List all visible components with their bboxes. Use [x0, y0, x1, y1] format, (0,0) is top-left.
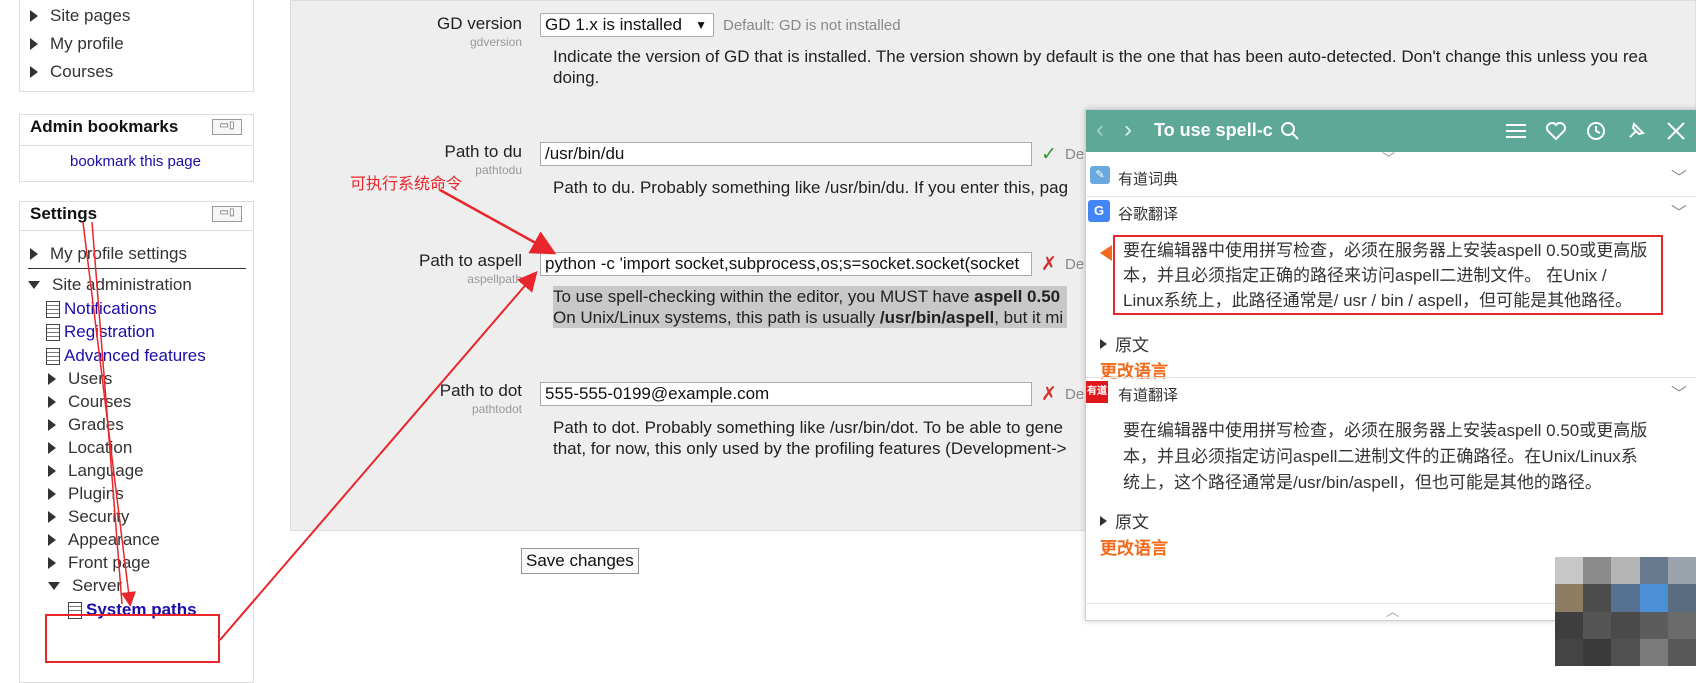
original-toggle[interactable]: 原文 [1100, 331, 1149, 356]
youdao-translate-section: 有道 有道翻译 ﹀ 要在编辑器中使用拼写检查，必须在服务器上安装aspell 0… [1086, 377, 1696, 578]
annotation-arrow-to-aspell [439, 188, 557, 255]
annotation-box-system-paths [45, 614, 220, 663]
translation-popup: ‹ › To use spell-c ﹀ ✎ 有道词典 ﹀ G 谷歌翻译 ﹀ 要… [1085, 109, 1696, 621]
forward-icon[interactable]: › [1124, 116, 1132, 144]
youdao-dict-title: 有道词典 [1118, 171, 1179, 188]
pin-icon[interactable] [1626, 121, 1646, 141]
google-translate-section: G 谷歌翻译 ﹀ 要在编辑器中使用拼写检查，必须在服务器上安装aspell 0.… [1086, 197, 1696, 381]
blurred-mosaic [1555, 557, 1696, 666]
back-icon[interactable]: ‹ [1096, 116, 1104, 144]
youdao-dict-icon: ✎ [1090, 166, 1110, 184]
google-translate-icon: G [1088, 200, 1110, 222]
change-language-link[interactable]: 更改语言 [1100, 534, 1168, 559]
expand-arrow-icon [1100, 338, 1107, 349]
menu-icon[interactable] [1506, 122, 1526, 140]
original-toggle[interactable]: 原文 [1100, 508, 1149, 533]
expand-up-chevron-icon[interactable]: ︿ [1386, 601, 1399, 620]
youdao-translate-title: 有道翻译 [1118, 387, 1179, 404]
close-icon[interactable] [1666, 121, 1686, 141]
favorite-heart-icon[interactable] [1545, 121, 1567, 141]
popup-toolbar: ‹ › To use spell-c [1086, 110, 1696, 152]
speaker-icon[interactable] [1100, 245, 1112, 261]
google-translation-text: 要在编辑器中使用拼写检查，必须在服务器上安装aspell 0.50或更高版 本，… [1113, 235, 1663, 315]
expand-arrow-icon [1100, 515, 1107, 526]
expand-chevron-icon[interactable]: ﹀ [1671, 199, 1687, 223]
expand-chevron-icon[interactable]: ﹀ [1671, 164, 1687, 188]
annotation-arrow-from-system-paths [219, 270, 538, 641]
expand-chevron-icon[interactable]: ﹀ [1671, 380, 1687, 404]
popup-search-text[interactable]: To use spell-c [1154, 120, 1273, 141]
youdao-translation-text: 要在编辑器中使用拼写检查，必须在服务器上安装aspell 0.50或更高版 本，… [1123, 421, 1648, 492]
search-icon[interactable] [1280, 121, 1300, 141]
youdao-dict-section[interactable]: ✎ 有道词典 ﹀ [1086, 160, 1696, 197]
history-icon[interactable] [1585, 121, 1607, 141]
youdao-badge: 有道 [1086, 381, 1108, 403]
google-translate-title: 谷歌翻译 [1118, 206, 1179, 223]
annotation-arrow-settings-to-server-2 [91, 221, 123, 605]
